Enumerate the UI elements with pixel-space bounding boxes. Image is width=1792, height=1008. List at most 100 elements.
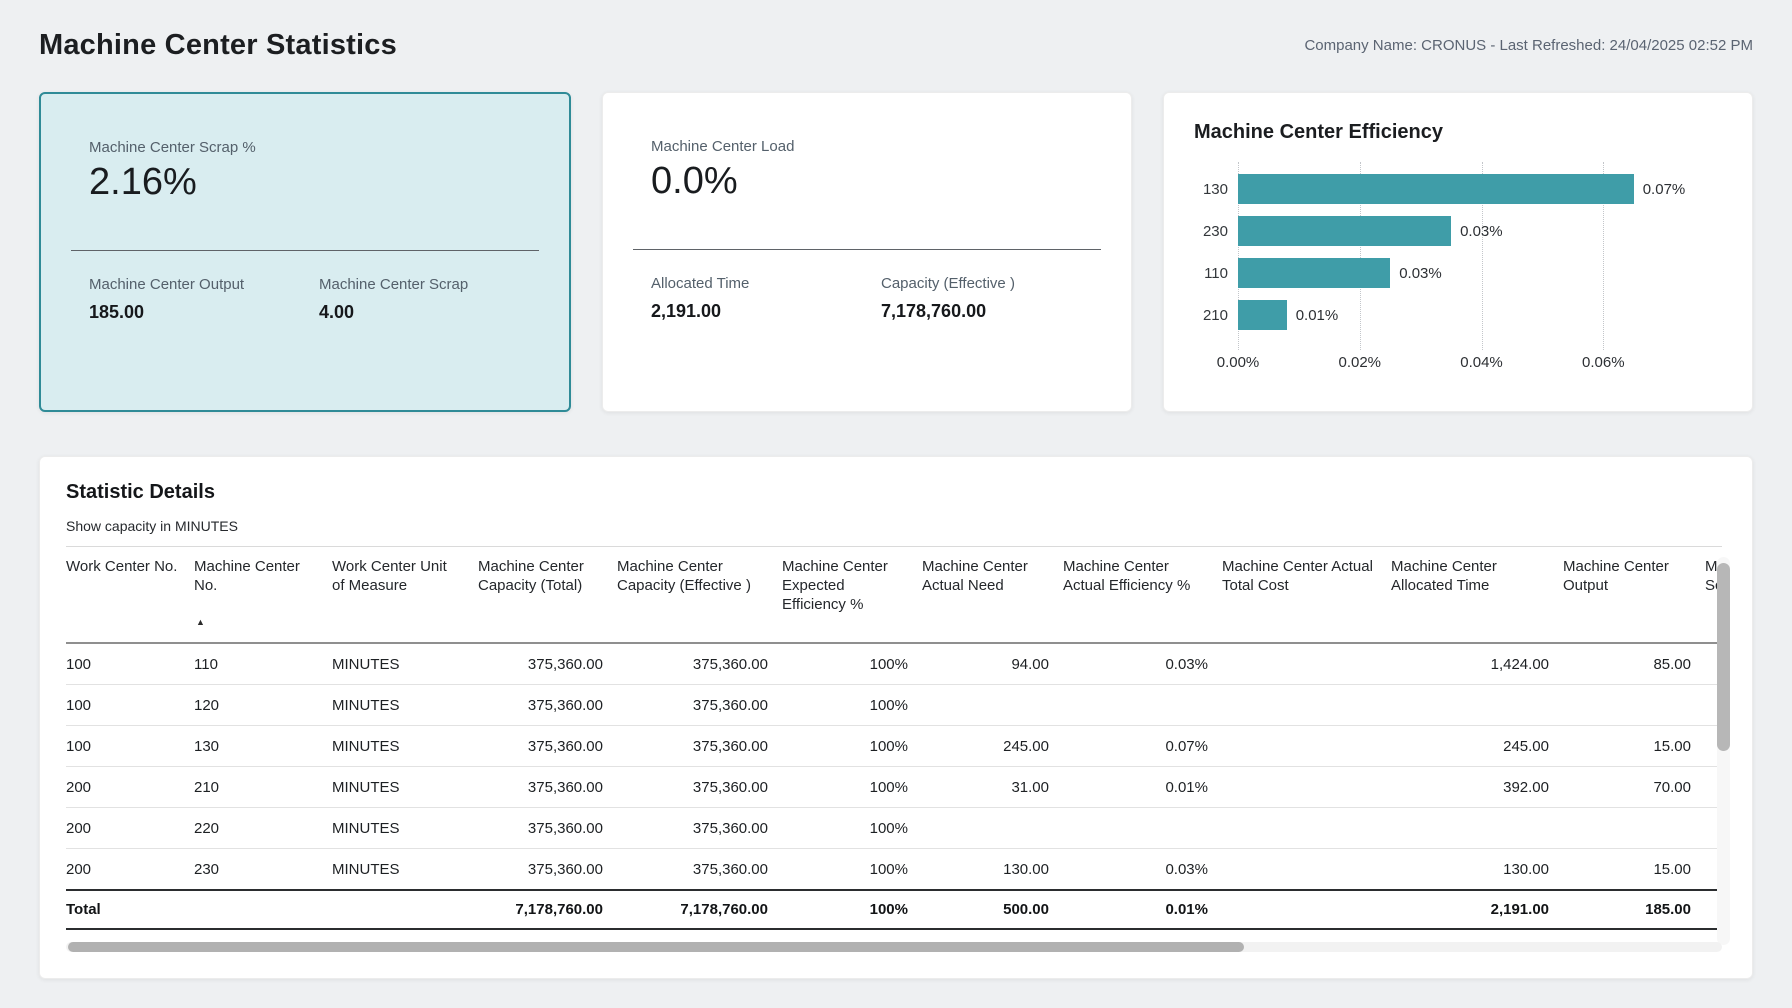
column-header[interactable]: Machine Center Capacity (Total) [478, 547, 617, 643]
table-row[interactable]: 200220MINUTES375,360.00375,360.00100% [66, 807, 1722, 848]
column-header[interactable]: Work Center Unit of Measure [332, 547, 478, 643]
chart-category-label: 130 [1194, 168, 1238, 210]
table-cell: 200 [66, 848, 194, 890]
scrap-percent-card[interactable]: Machine Center Scrap % 2.16% Machine Cen… [39, 92, 571, 412]
table-cell: 7,178,760.00 [617, 890, 782, 929]
vertical-scrollbar[interactable] [1717, 557, 1730, 945]
table-cell [922, 684, 1063, 725]
table-header-row: Work Center No.Machine Center No.▲Work C… [66, 547, 1722, 643]
vertical-scrollbar-thumb[interactable] [1717, 563, 1730, 751]
table-cell: 0.01% [1063, 890, 1222, 929]
details-table-viewport: Work Center No.Machine Center No.▲Work C… [66, 546, 1722, 930]
table-cell: 15.00 [1563, 725, 1705, 766]
table-cell: 100 [66, 684, 194, 725]
table-cell [194, 890, 332, 929]
kpi-detail: Capacity (Effective ) 7,178,760.00 [881, 275, 1111, 322]
table-row[interactable]: 100130MINUTES375,360.00375,360.00100%245… [66, 725, 1722, 766]
table-total-row[interactable]: Total7,178,760.007,178,760.00100%500.000… [66, 890, 1722, 929]
table-cell: 100% [782, 807, 922, 848]
chart-bar[interactable] [1238, 258, 1390, 288]
table-cell: MINUTES [332, 848, 478, 890]
page-header: Machine Center Statistics Company Name: … [39, 22, 1753, 68]
column-header[interactable]: Machine Center Actual Efficiency % [1063, 547, 1222, 643]
table-cell: 375,360.00 [478, 643, 617, 685]
table-row[interactable]: 200230MINUTES375,360.00375,360.00100%130… [66, 848, 1722, 890]
table-cell: 100% [782, 725, 922, 766]
sort-ascending-icon: ▲ [196, 613, 205, 632]
chart-bar[interactable] [1238, 174, 1634, 204]
table-cell: 15.00 [1563, 848, 1705, 890]
table-cell: 130 [194, 725, 332, 766]
table-cell: 100% [782, 684, 922, 725]
table-cell: 70.00 [1563, 766, 1705, 807]
column-header[interactable]: Machine Center Actual Total Cost [1222, 547, 1391, 643]
column-header-label: Machine Center Actual Total Cost [1222, 558, 1373, 594]
table-cell [1222, 807, 1391, 848]
table-row[interactable]: 100120MINUTES375,360.00375,360.00100% [66, 684, 1722, 725]
chart-category-label: 210 [1194, 294, 1238, 336]
chart-bar[interactable] [1238, 300, 1287, 330]
kpi-detail: Machine Center Scrap 4.00 [319, 276, 549, 323]
table-cell: 100% [782, 848, 922, 890]
table-cell [1222, 725, 1391, 766]
table-row[interactable]: 200210MINUTES375,360.00375,360.00100%31.… [66, 766, 1722, 807]
table-cell: 130.00 [922, 848, 1063, 890]
chart-bar-value-label: 0.03% [1460, 223, 1503, 240]
chart-title: Machine Center Efficiency [1194, 121, 1722, 144]
table-cell: 7,178,760.00 [478, 890, 617, 929]
table-cell: 100 [66, 725, 194, 766]
kpi-label: Machine Center Load [651, 138, 1083, 155]
table-cell: 1,424.00 [1391, 643, 1563, 685]
chart-bar-row: 0.07% [1238, 168, 1722, 210]
table-row[interactable]: 100110MINUTES375,360.00375,360.00100%94.… [66, 643, 1722, 685]
table-cell: MINUTES [332, 766, 478, 807]
column-header[interactable]: Machine Center Expected Efficiency % [782, 547, 922, 643]
table-cell: 220 [194, 807, 332, 848]
table-cell [1063, 807, 1222, 848]
column-header[interactable]: Machine Center No.▲ [194, 547, 332, 643]
horizontal-scrollbar[interactable] [66, 942, 1722, 952]
table-cell: 0.01% [1063, 766, 1222, 807]
kpi-detail-value: 4.00 [319, 302, 549, 323]
table-cell: 375,360.00 [478, 725, 617, 766]
table-cell: 120 [194, 684, 332, 725]
table-cell: 100% [782, 643, 922, 685]
table-cell: 375,360.00 [478, 684, 617, 725]
kpi-value: 0.0% [651, 160, 1083, 203]
column-header[interactable]: Machine Center Actual Need [922, 547, 1063, 643]
table-cell: 375,360.00 [617, 807, 782, 848]
load-card[interactable]: Machine Center Load 0.0% Allocated Time … [602, 92, 1132, 412]
chart-x-axis: 0.00%0.02%0.04%0.06% [1238, 354, 1722, 376]
chart-x-tick-label: 0.04% [1460, 354, 1503, 371]
capacity-unit-caption: Show capacity in MINUTES [66, 518, 1726, 534]
kpi-detail: Machine Center Output 185.00 [89, 276, 319, 323]
statistic-details-table: Work Center No.Machine Center No.▲Work C… [66, 546, 1722, 930]
kpi-detail-label: Allocated Time [651, 275, 881, 292]
table-cell: 100 [66, 643, 194, 685]
table-cell: 200 [66, 807, 194, 848]
table-cell: 100% [782, 890, 922, 929]
kpi-cards-row: Machine Center Scrap % 2.16% Machine Cen… [39, 92, 1753, 412]
column-header-label: Work Center Unit of Measure [332, 558, 447, 594]
table-cell [1222, 643, 1391, 685]
chart-bar[interactable] [1238, 216, 1451, 246]
kpi-detail-value: 185.00 [89, 302, 319, 323]
horizontal-scrollbar-thumb[interactable] [68, 942, 1244, 952]
column-header[interactable]: Work Center No. [66, 547, 194, 643]
column-header[interactable]: Machine Center Allocated Time [1391, 547, 1563, 643]
kpi-label: Machine Center Scrap % [89, 139, 521, 156]
column-header-label: Machine Center Capacity (Total) [478, 558, 584, 594]
column-header[interactable]: Machine Center Output [1563, 547, 1705, 643]
table-cell: 230 [194, 848, 332, 890]
chart-bar-value-label: 0.01% [1296, 307, 1339, 324]
statistic-details-card: Statistic Details Show capacity in MINUT… [39, 456, 1753, 979]
table-cell [1222, 890, 1391, 929]
column-header-label: Machine Center Output [1563, 558, 1669, 594]
table-cell: 392.00 [1391, 766, 1563, 807]
chart-bar-value-label: 0.03% [1399, 265, 1442, 282]
efficiency-chart-card: Machine Center Efficiency 130230110210 0… [1163, 92, 1753, 412]
table-cell: 375,360.00 [478, 807, 617, 848]
table-cell [1222, 684, 1391, 725]
table-cell: 94.00 [922, 643, 1063, 685]
column-header[interactable]: Machine Center Capacity (Effective ) [617, 547, 782, 643]
